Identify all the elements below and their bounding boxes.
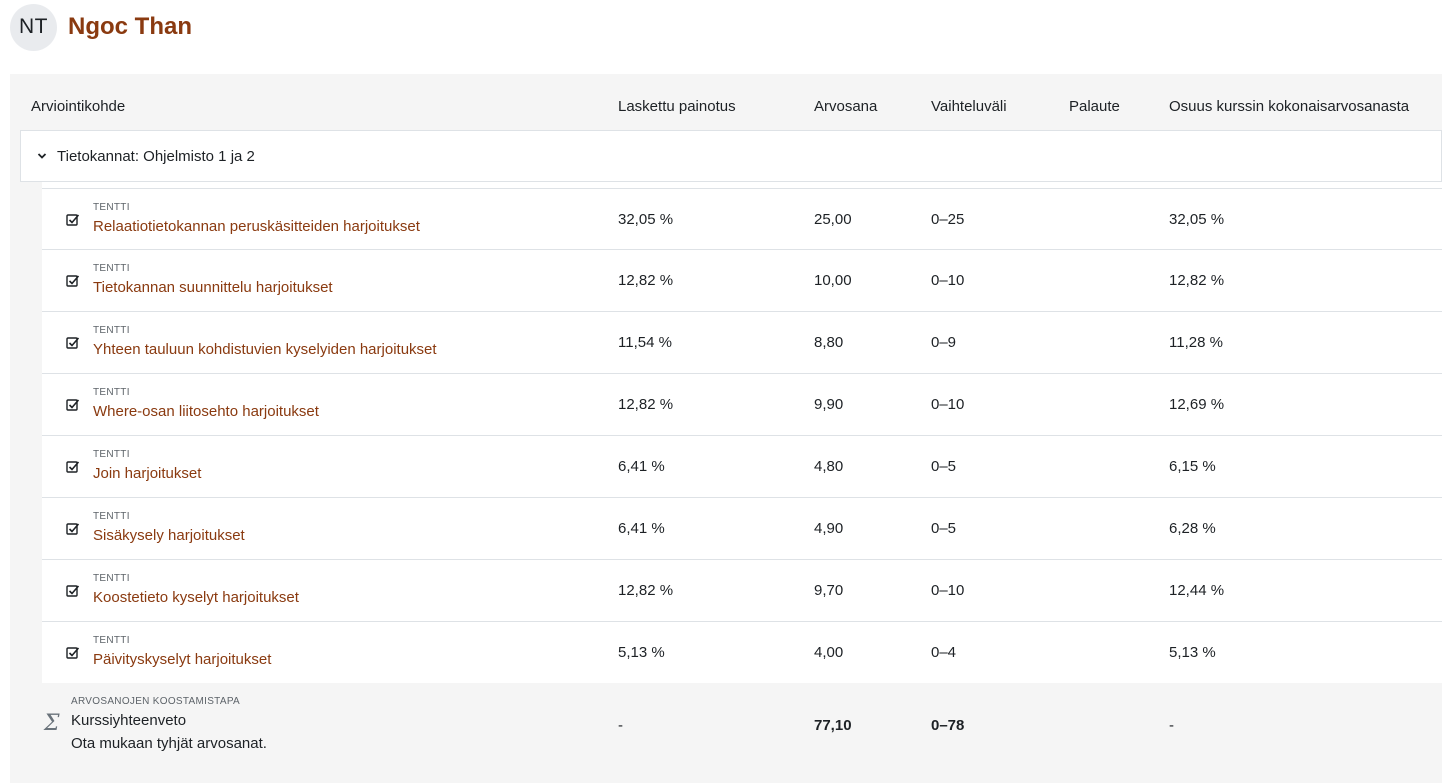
weight-cell: 12,82 % xyxy=(618,396,674,413)
table-row: TENTTI Where-osan liitosehto harjoitukse… xyxy=(42,374,1442,436)
grade-item-link[interactable]: Koostetieto kyselyt harjoitukset xyxy=(93,589,299,606)
total-range: 0–78 xyxy=(931,717,965,734)
item-type-label: TENTTI xyxy=(93,202,130,213)
total-contribution: - xyxy=(1169,717,1174,734)
range-cell: 0–5 xyxy=(931,520,957,537)
quiz-checkbox-icon xyxy=(66,584,80,598)
contribution-cell: 12,44 % xyxy=(1169,582,1225,599)
sigma-icon: Σ xyxy=(44,711,60,736)
grade-cell: 8,80 xyxy=(814,334,844,351)
weight-cell: 12,82 % xyxy=(618,582,674,599)
contribution-cell: 5,13 % xyxy=(1169,644,1216,661)
item-type-label: TENTTI xyxy=(93,325,130,336)
user-name-link[interactable]: Ngoc Than xyxy=(68,13,192,41)
grade-item-link[interactable]: Relaatiotietokannan peruskäsitteiden har… xyxy=(93,218,420,235)
weight-cell: 32,05 % xyxy=(618,211,674,228)
quiz-checkbox-icon xyxy=(66,336,80,350)
grade-items-list: TENTTI Relaatiotietokannan peruskäsittei… xyxy=(42,188,1442,684)
column-header-feedback: Palaute xyxy=(1069,98,1120,115)
user-header: NT Ngoc Than xyxy=(10,3,192,51)
category-row[interactable]: Tietokannat: Ohjelmisto 1 ja 2 xyxy=(20,130,1442,182)
quiz-checkbox-icon xyxy=(66,274,80,288)
table-row: TENTTI Relaatiotietokannan peruskäsittei… xyxy=(42,188,1442,250)
grade-cell: 4,00 xyxy=(814,644,844,661)
avatar[interactable]: NT xyxy=(10,3,57,51)
chevron-down-icon[interactable] xyxy=(37,151,47,161)
total-weight: - xyxy=(618,717,623,734)
item-type-label: TENTTI xyxy=(93,573,130,584)
grade-item-link[interactable]: Yhteen tauluun kohdistuvien kyselyiden h… xyxy=(93,341,437,358)
grade-cell: 4,90 xyxy=(814,520,844,537)
grade-item-link[interactable]: Tietokannan suunnittelu harjoitukset xyxy=(93,279,333,296)
table-row: TENTTI Yhteen tauluun kohdistuvien kysel… xyxy=(42,312,1442,374)
table-row: TENTTI Koostetieto kyselyt harjoitukset … xyxy=(42,560,1442,622)
grade-cell: 9,70 xyxy=(814,582,844,599)
contribution-cell: 12,82 % xyxy=(1169,272,1225,289)
table-row: TENTTI Join harjoitukset 6,41 % 4,80 0–5… xyxy=(42,436,1442,498)
weight-cell: 6,41 % xyxy=(618,520,665,537)
range-cell: 0–25 xyxy=(931,211,965,228)
column-header-item: Arviointikohde xyxy=(31,98,126,115)
total-type-label: ARVOSANOJEN KOOSTAMISTAPA xyxy=(71,696,241,707)
item-type-label: TENTTI xyxy=(93,511,130,522)
weight-cell: 11,54 % xyxy=(618,334,672,351)
range-cell: 0–10 xyxy=(931,396,965,413)
table-row: TENTTI Sisäkysely harjoitukset 6,41 % 4,… xyxy=(42,498,1442,560)
quiz-checkbox-icon xyxy=(66,522,80,536)
table-header: Arviointikohde Laskettu painotus Arvosan… xyxy=(10,74,1442,130)
item-type-label: TENTTI xyxy=(93,263,130,274)
quiz-checkbox-icon xyxy=(66,398,80,412)
column-header-contribution: Osuus kurssin kokonaisarvosanasta xyxy=(1169,98,1410,115)
column-header-grade: Arvosana xyxy=(814,98,878,115)
grade-item-link[interactable]: Where-osan liitosehto harjoitukset xyxy=(93,403,319,420)
table-row: TENTTI Tietokannan suunnittelu harjoituk… xyxy=(42,250,1442,312)
column-header-weight: Laskettu painotus xyxy=(618,98,736,115)
grade-cell: 25,00 xyxy=(814,211,852,228)
grade-item-link[interactable]: Sisäkysely harjoitukset xyxy=(93,527,245,544)
range-cell: 0–4 xyxy=(931,644,957,661)
quiz-checkbox-icon xyxy=(66,646,80,660)
weight-cell: 5,13 % xyxy=(618,644,665,661)
range-cell: 0–10 xyxy=(931,582,965,599)
category-title: Tietokannat: Ohjelmisto 1 ja 2 xyxy=(57,147,255,165)
total-grade: 77,10 xyxy=(814,717,852,734)
contribution-cell: 6,15 % xyxy=(1169,458,1216,475)
contribution-cell: 32,05 % xyxy=(1169,211,1225,228)
contribution-cell: 12,69 % xyxy=(1169,396,1225,413)
grade-cell: 4,80 xyxy=(814,458,844,475)
column-header-range: Vaihteluväli xyxy=(931,98,1007,115)
grade-item-link[interactable]: Join harjoitukset xyxy=(93,465,201,482)
course-total-row: Σ ARVOSANOJEN KOOSTAMISTAPA Kurssiyhteen… xyxy=(42,683,1442,767)
quiz-checkbox-icon xyxy=(66,213,80,227)
quiz-checkbox-icon xyxy=(66,460,80,474)
item-type-label: TENTTI xyxy=(93,387,130,398)
range-cell: 0–10 xyxy=(931,272,965,289)
contribution-cell: 11,28 % xyxy=(1169,334,1223,351)
grade-item-link[interactable]: Päivityskyselyt harjoitukset xyxy=(93,651,271,668)
item-type-label: TENTTI xyxy=(93,449,130,460)
total-subtitle: Ota mukaan tyhjät arvosanat. xyxy=(71,735,267,752)
contribution-cell: 6,28 % xyxy=(1169,520,1216,537)
table-row: TENTTI Päivityskyselyt harjoitukset 5,13… xyxy=(42,622,1442,684)
grade-cell: 10,00 xyxy=(814,272,852,289)
range-cell: 0–5 xyxy=(931,458,957,475)
item-type-label: TENTTI xyxy=(93,635,130,646)
weight-cell: 6,41 % xyxy=(618,458,665,475)
weight-cell: 12,82 % xyxy=(618,272,674,289)
grade-cell: 9,90 xyxy=(814,396,844,413)
range-cell: 0–9 xyxy=(931,334,957,351)
total-title: Kurssiyhteenveto xyxy=(71,712,187,729)
